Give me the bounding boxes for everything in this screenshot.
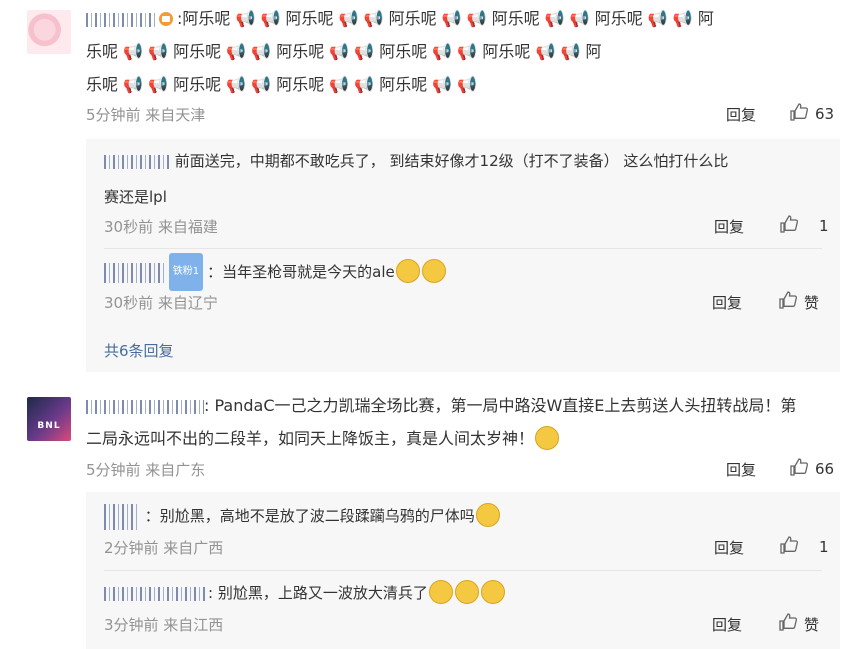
surprise-emoji-icon	[475, 503, 500, 527]
reply-button[interactable]: 回复	[714, 216, 744, 237]
reply-line-1: : 别尬黑，上路又一波放大清兵了	[208, 584, 428, 602]
reply-meta: 3分钟前 来自江西	[104, 616, 224, 634]
reply-username-blurred[interactable]	[104, 586, 208, 601]
comment-line-2: 乐呢 📢 📢 阿乐呢 📢 📢 阿乐呢 📢 📢 阿乐呢 📢 📢 阿乐呢 📢 📢 阿	[86, 42, 602, 61]
like-button[interactable]: 赞	[778, 290, 819, 314]
like-button[interactable]: 63	[789, 102, 834, 126]
like-count: 66	[815, 460, 835, 478]
like-button[interactable]: 赞	[778, 612, 819, 636]
divider	[104, 248, 822, 249]
reply-meta: 2分钟前 来自广西	[104, 539, 224, 557]
like-button[interactable]: 1	[779, 535, 829, 559]
reply-line-2: 赛还是lpl	[104, 188, 167, 206]
cry-laugh-emoji-icon	[395, 259, 420, 283]
fan-badge: 铁粉1	[168, 253, 204, 291]
divider	[104, 570, 822, 571]
reply-meta: 30秒前 来自福建	[104, 218, 218, 236]
reply-button[interactable]: 回复	[712, 292, 742, 313]
comment-line-3: 乐呢 📢 📢 阿乐呢 📢 📢 阿乐呢 📢 📢 阿乐呢 📢 📢	[86, 75, 478, 94]
thumbs-up-icon	[778, 290, 798, 314]
thinking-emoji-icon	[480, 580, 505, 604]
reply-username-blurred[interactable]	[104, 154, 170, 169]
comment-line-2: 二局永远叫不出的二段羊，如同天上降饭主，真是人间太岁神！	[86, 429, 535, 448]
like-label: 赞	[804, 293, 820, 312]
comment-text: : PandaC一己之力凯瑞全场比赛，第一局中路没W直接E上去剪送人头扭转战局！…	[86, 389, 846, 455]
thumbs-up-icon	[789, 102, 809, 126]
thumbs-up-icon	[779, 535, 799, 559]
thumbs-up-icon	[789, 457, 809, 481]
comment-line-1: :阿乐呢 📢 📢 阿乐呢 📢 📢 阿乐呢 📢 📢 阿乐呢 📢 📢 阿乐呢 📢 📢…	[177, 9, 714, 28]
avatar[interactable]: BNL	[27, 397, 71, 441]
reply-username-blurred[interactable]	[104, 503, 140, 530]
reply-button[interactable]: 回复	[714, 537, 744, 558]
comment-meta: 5分钟前 来自广东	[86, 461, 206, 479]
username-blurred[interactable]	[86, 12, 156, 27]
reply-username-blurred[interactable]	[104, 262, 164, 283]
like-label: 赞	[804, 615, 820, 634]
reply-meta: 30秒前 来自辽宁	[104, 294, 218, 312]
reply-text: 铁粉1 ：当年圣枪哥就是今天的ale	[104, 253, 829, 291]
like-button[interactable]: 1	[779, 214, 829, 238]
thumbs-up-icon	[778, 612, 798, 636]
reply-text: 前面送完，中期都不敢吃兵了， 到结束好像才12级（打不了装备） 这么怕打什么比 …	[104, 143, 829, 215]
emoji-icon	[454, 580, 479, 604]
like-count: 63	[815, 105, 835, 123]
emoji-icon	[428, 580, 453, 604]
smile-emoji-icon	[535, 426, 560, 450]
avatar[interactable]	[27, 10, 71, 54]
reply-line-1: 前面送完，中期都不敢吃兵了， 到结束好像才12级（打不了装备） 这么怕打什么比	[174, 152, 729, 170]
reply-line-1: ：别尬黑，高地不是放了波二段蹂躏乌鸦的尸体吗	[144, 507, 475, 525]
reply-line-1: ：当年圣枪哥就是今天的ale	[207, 263, 395, 281]
reply-button[interactable]: 回复	[726, 459, 756, 480]
reply-button[interactable]: 回复	[726, 104, 756, 125]
reply-button[interactable]: 回复	[712, 614, 742, 635]
comment-text: :阿乐呢 📢 📢 阿乐呢 📢 📢 阿乐呢 📢 📢 阿乐呢 📢 📢 阿乐呢 📢 📢…	[86, 2, 846, 101]
reply-text: : 别尬黑，上路又一波放大清兵了	[104, 575, 829, 611]
cry-laugh-emoji-icon	[421, 259, 446, 283]
reply-text: ：别尬黑，高地不是放了波二段蹂躏乌鸦的尸体吗	[104, 498, 829, 534]
comment-meta: 5分钟前 来自天津	[86, 106, 206, 124]
comment-line-1: : PandaC一己之力凯瑞全场比赛，第一局中路没W直接E上去剪送人头扭转战局！…	[204, 396, 797, 415]
username-blurred[interactable]	[86, 399, 204, 414]
thumbs-up-icon	[779, 214, 799, 238]
fan-badge-icon	[157, 5, 176, 26]
like-count: 1	[819, 217, 829, 235]
more-replies-link[interactable]: 共6条回复	[104, 340, 174, 361]
like-button[interactable]: 66	[789, 457, 834, 481]
like-count: 1	[819, 538, 829, 556]
